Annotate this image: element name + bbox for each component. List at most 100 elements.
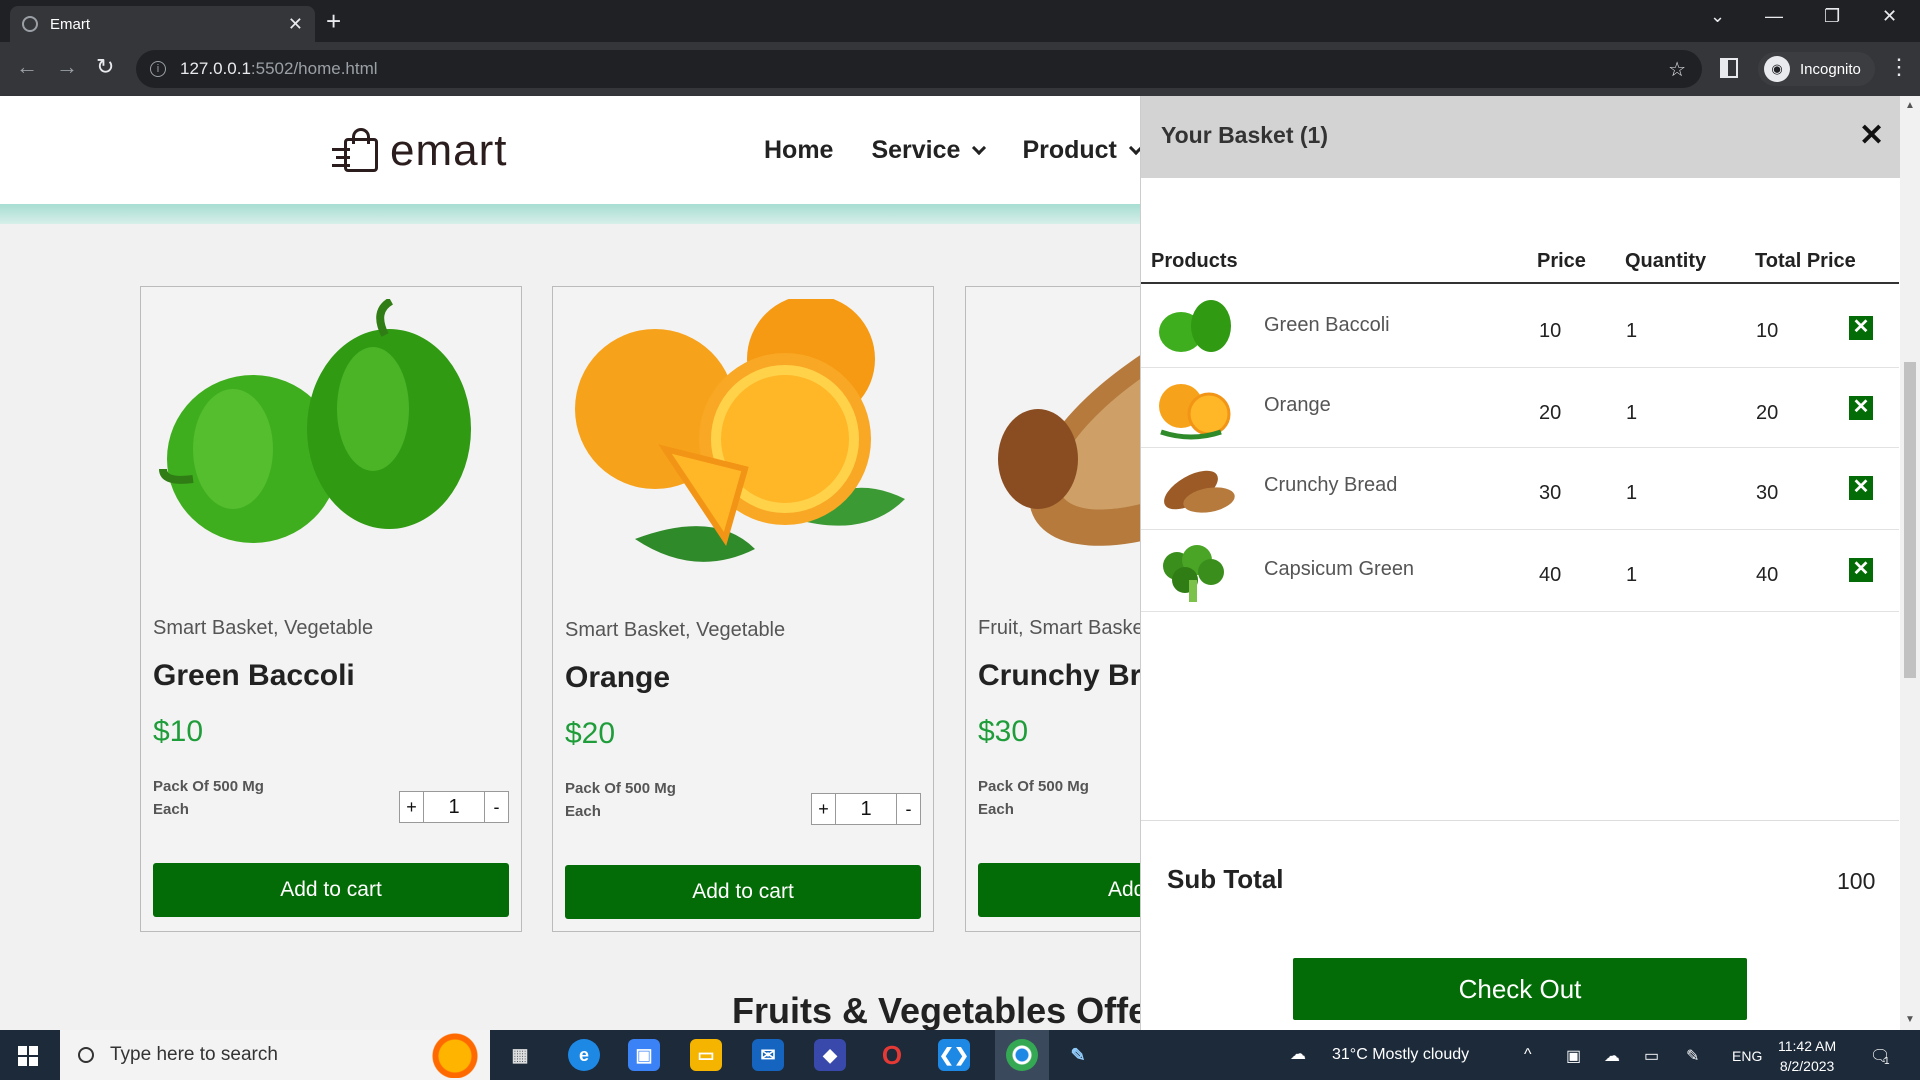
checkout-button[interactable]: Check Out <box>1293 958 1747 1020</box>
tab-search-icon[interactable]: ⌄ <box>1710 6 1725 27</box>
chevron-down-icon <box>972 140 987 155</box>
tab-title: Emart <box>50 15 91 33</box>
logo[interactable]: emart <box>332 126 507 176</box>
onedrive-icon[interactable]: ☁ <box>1604 1046 1620 1066</box>
col-quantity: Quantity <box>1625 250 1707 272</box>
store-icon[interactable]: ▣ <box>628 1039 660 1071</box>
col-products: Products <box>1151 250 1238 272</box>
meet-icon[interactable]: ▣ <box>1566 1046 1581 1066</box>
copilot-icon[interactable]: ◆ <box>814 1039 846 1071</box>
search-icon <box>78 1047 94 1063</box>
remove-item-button[interactable]: ✕ <box>1849 396 1873 420</box>
address-toolbar: ← → ↻ i 127.0.0.1:5502/home.html ☆ ◉ Inc… <box>0 42 1920 96</box>
hero-band <box>0 204 1140 224</box>
vscode-icon[interactable]: ❮❯ <box>938 1039 970 1071</box>
basket-table-header: Products Price Quantity Total Price <box>1141 246 1899 284</box>
basket-header: Your Basket (1) ✕ <box>1141 96 1901 178</box>
logo-text: emart <box>390 126 508 175</box>
weather-text[interactable]: 31°C Mostly cloudy <box>1332 1046 1469 1064</box>
notification-count: 1 <box>1884 1056 1890 1067</box>
basket-item-price: 30 <box>1539 482 1562 504</box>
product-grid: Smart Basket, Vegetable Green Baccoli $1… <box>0 224 1140 1030</box>
nav-home-label: Home <box>764 136 834 164</box>
forward-icon[interactable]: → <box>56 54 78 80</box>
product-pack: Pack Of 500 Mg Each <box>978 778 1089 818</box>
basket-item-qty: 1 <box>1626 482 1638 504</box>
tray-chevron-icon[interactable]: ^ <box>1524 1046 1532 1064</box>
nav-service-label: Service <box>871 136 961 164</box>
remove-item-button[interactable]: ✕ <box>1849 476 1873 500</box>
battery-icon[interactable]: ▭ <box>1644 1046 1659 1066</box>
decrement-button[interactable]: - <box>484 792 508 822</box>
add-to-cart-button[interactable]: Add to cart <box>153 863 509 917</box>
green-pepper-image <box>153 297 509 599</box>
nav-product-label: Product <box>1022 136 1117 164</box>
weather-cloud-icon[interactable]: ☁ <box>1290 1044 1306 1064</box>
scroll-down-icon[interactable]: ▼ <box>1905 1014 1915 1025</box>
back-icon[interactable]: ← <box>16 54 38 80</box>
paint-icon[interactable]: ✎ <box>1062 1039 1094 1071</box>
product-card: Smart Basket, Vegetable Green Baccoli $1… <box>140 286 522 932</box>
scroll-up-icon[interactable]: ▲ <box>1905 100 1915 111</box>
opera-icon[interactable]: O <box>876 1039 908 1071</box>
table-row: Green Baccoli 10 1 10 ✕ <box>1141 286 1899 368</box>
quantity-input[interactable]: 1 <box>424 796 484 819</box>
clock[interactable]: 11:42 AM 8/2/2023 <box>1778 1036 1836 1076</box>
restore-icon[interactable]: ❐ <box>1824 6 1840 27</box>
page-scrollbar[interactable]: ▲ ▼ <box>1900 96 1920 1030</box>
reload-icon[interactable]: ↻ <box>96 54 114 80</box>
remove-item-button[interactable]: ✕ <box>1849 558 1873 582</box>
chrome-icon[interactable] <box>1006 1039 1038 1071</box>
nav-product[interactable]: Product <box>1022 136 1143 165</box>
minimize-icon[interactable]: — <box>1765 6 1783 27</box>
browser-tab-bar: Emart ✕ + ⌄ — ❐ ✕ <box>0 0 1920 42</box>
basket-item-name: Orange <box>1264 394 1331 416</box>
file-explorer-icon[interactable]: ▭ <box>690 1039 722 1071</box>
url-path: :5502/home.html <box>250 59 378 78</box>
new-tab-icon[interactable]: + <box>326 6 341 36</box>
basket-item-qty: 1 <box>1626 320 1638 342</box>
language-indicator[interactable]: ENG <box>1732 1048 1762 1064</box>
mail-icon[interactable]: ✉ <box>752 1039 784 1071</box>
product-name[interactable]: Orange <box>565 661 670 695</box>
tab-close-icon[interactable]: ✕ <box>288 14 303 35</box>
edge-icon[interactable]: e <box>568 1039 600 1071</box>
basket-panel: Your Basket (1) ✕ Products Price Quantit… <box>1140 96 1901 1030</box>
green-pepper-thumb <box>1151 294 1241 360</box>
quantity-input[interactable]: 1 <box>836 798 896 821</box>
add-to-cart-button[interactable]: Add <box>978 863 1140 917</box>
product-name[interactable]: Green Baccoli <box>153 659 355 693</box>
product-price: $20 <box>565 717 616 750</box>
side-panel-icon[interactable] <box>1720 58 1738 78</box>
task-view-icon[interactable]: ▦ <box>504 1039 536 1071</box>
url-bar[interactable]: i 127.0.0.1:5502/home.html ☆ <box>136 50 1702 88</box>
increment-button[interactable]: + <box>400 792 424 822</box>
site-info-icon[interactable]: i <box>150 61 166 77</box>
basket-item-total: 40 <box>1756 564 1779 586</box>
windows-start-icon[interactable] <box>18 1046 38 1066</box>
product-pack: Pack Of 500 Mg Each <box>153 778 264 818</box>
close-icon[interactable]: ✕ <box>1859 118 1884 153</box>
browser-menu-icon[interactable]: ⋮ <box>1888 54 1910 80</box>
window-close-icon[interactable]: ✕ <box>1882 6 1897 27</box>
browser-tab[interactable]: Emart ✕ <box>10 6 315 42</box>
product-name[interactable]: Crunchy Br <box>978 659 1140 693</box>
bookmark-star-icon[interactable]: ☆ <box>1668 57 1686 82</box>
bread-thumb <box>1151 456 1241 522</box>
table-row: Crunchy Bread 30 1 30 ✕ <box>1141 448 1899 530</box>
col-price: Price <box>1537 250 1586 272</box>
increment-button[interactable]: + <box>812 794 836 824</box>
nav-service[interactable]: Service <box>871 136 987 165</box>
remove-item-button[interactable]: ✕ <box>1849 316 1873 340</box>
basket-item-qty: 1 <box>1626 402 1638 424</box>
profile-button[interactable]: ◉ Incognito <box>1758 52 1875 86</box>
decrement-button[interactable]: - <box>896 794 920 824</box>
taskbar: Type here to search ▦ e ▣ ▭ ✉ ◆ O ❮❯ ✎ ☁… <box>0 1030 1920 1080</box>
scrollbar-thumb[interactable] <box>1904 362 1916 678</box>
shopping-bag-icon <box>332 128 382 174</box>
pen-icon[interactable]: ✎ <box>1686 1046 1699 1066</box>
nav-home[interactable]: Home <box>764 136 833 165</box>
bread-image <box>978 292 1140 599</box>
product-category: Fruit, Smart Baske <box>978 617 1140 639</box>
add-to-cart-button[interactable]: Add to cart <box>565 865 921 919</box>
